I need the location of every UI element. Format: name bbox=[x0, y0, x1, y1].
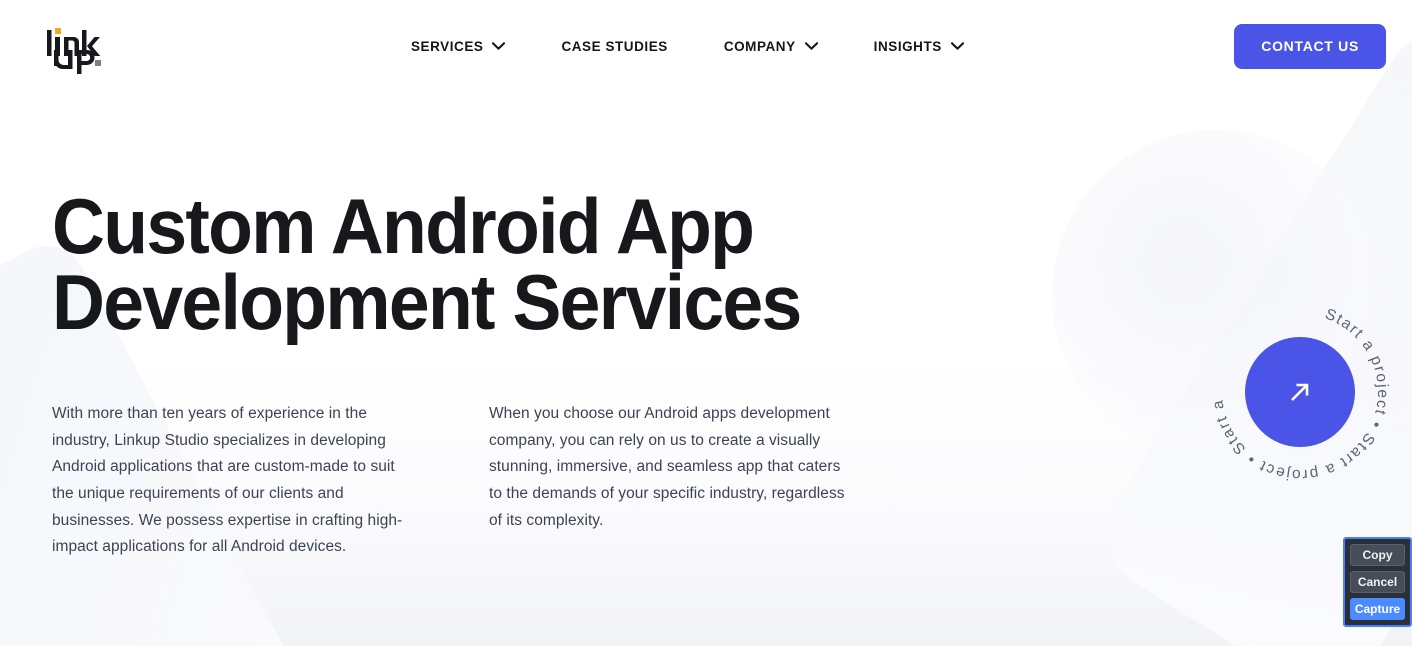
nav-item-label: INSIGHTS bbox=[873, 38, 942, 54]
capture-overlay-menu: Copy Cancel Capture bbox=[1343, 537, 1412, 627]
logo-icon bbox=[47, 28, 101, 74]
nav-item-company[interactable]: COMPANY bbox=[724, 31, 818, 62]
main-navigation: SERVICES CASE STUDIES COMPANY INSIGHTS bbox=[411, 31, 964, 62]
nav-item-insights[interactable]: INSIGHTS bbox=[874, 31, 964, 62]
page-title: Custom Android App Development Services bbox=[52, 187, 879, 341]
cancel-button[interactable]: Cancel bbox=[1350, 571, 1405, 593]
nav-item-label: CASE STUDIES bbox=[561, 38, 668, 54]
nav-item-services[interactable]: SERVICES bbox=[411, 31, 506, 62]
start-a-project-badge[interactable]: Start a project • Start a project • Star… bbox=[1205, 297, 1395, 487]
hero-paragraph-1: With more than ten years of experience i… bbox=[52, 404, 403, 556]
hero-paragraph-2: When you choose our Android apps develop… bbox=[489, 404, 845, 529]
chevron-down-icon bbox=[492, 42, 506, 50]
capture-button[interactable]: Capture bbox=[1350, 598, 1405, 620]
nav-item-label: COMPANY bbox=[723, 38, 796, 54]
site-header: SERVICES CASE STUDIES COMPANY INSIGHTS C… bbox=[0, 0, 1412, 92]
start-a-project-circle[interactable] bbox=[1245, 337, 1355, 447]
arrow-up-right-icon bbox=[1291, 383, 1309, 401]
copy-button[interactable]: Copy bbox=[1350, 544, 1405, 566]
nav-item-label: SERVICES bbox=[411, 38, 484, 54]
hero-section: Custom Android App Development Services … bbox=[0, 92, 1412, 561]
page-title-line-2: Development Services bbox=[52, 258, 802, 347]
nav-item-case-studies[interactable]: CASE STUDIES bbox=[561, 31, 667, 62]
contact-us-button[interactable]: CONTACT US bbox=[1234, 23, 1386, 69]
chevron-down-icon bbox=[950, 42, 964, 50]
chevron-down-icon bbox=[804, 42, 818, 50]
page-title-line-1: Custom Android App bbox=[52, 182, 755, 270]
logo-linkup[interactable] bbox=[46, 16, 106, 76]
